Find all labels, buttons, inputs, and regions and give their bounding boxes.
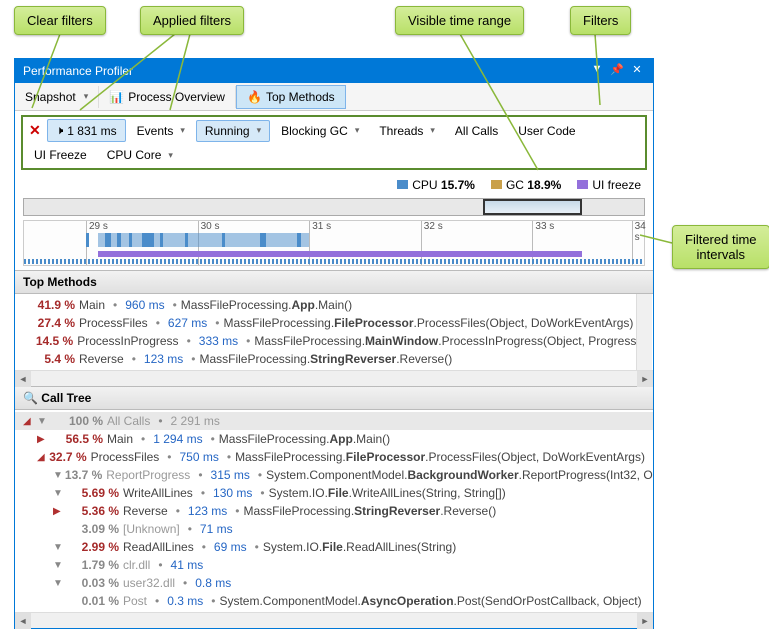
- filter-running[interactable]: Running: [196, 120, 270, 142]
- method-row[interactable]: 41.9 %Main•960 ms•MassFileProcessing.App…: [15, 296, 653, 314]
- method-row[interactable]: 5.4 %Reverse•123 ms•MassFileProcessing.S…: [15, 350, 653, 368]
- gc-swatch: [491, 180, 502, 189]
- tab-snapshot[interactable]: Snapshot: [15, 86, 99, 108]
- visible-range-slider[interactable]: [483, 199, 582, 215]
- dropdown-icon[interactable]: ▼: [589, 63, 605, 79]
- method-row[interactable]: 27.4 %ProcessFiles•627 ms•MassFileProces…: [15, 314, 653, 332]
- flame-icon: 🔥: [247, 90, 261, 104]
- tree-row[interactable]: ▼2.99 %ReadAllLines•69 ms•System.IO.File…: [15, 538, 653, 556]
- filter-threads[interactable]: Threads: [370, 120, 444, 142]
- scrollbar-horizontal[interactable]: ◄►: [15, 612, 653, 628]
- filter-user-code[interactable]: User Code: [509, 120, 584, 142]
- close-icon[interactable]: ✕: [629, 63, 645, 79]
- filter-time-range[interactable]: 🕨 1 831 ms: [47, 119, 126, 142]
- scrollbar-vertical[interactable]: [636, 294, 652, 370]
- tree-row[interactable]: 0.01 %Post•0.3 ms•System.ComponentModel.…: [15, 592, 653, 610]
- filter-cpu-core[interactable]: CPU Core: [98, 144, 182, 166]
- tree-row[interactable]: ▼13.7 %ReportProgress•315 ms•System.Comp…: [15, 466, 653, 484]
- tab-process-overview[interactable]: 📊 Process Overview: [99, 86, 236, 108]
- filter-blocking-gc[interactable]: Blocking GC: [272, 120, 368, 142]
- tree-row[interactable]: 3.09 %[Unknown]•71 ms: [15, 520, 653, 538]
- call-tree-header: 🔍 Call Tree: [15, 386, 653, 410]
- tab-top-methods[interactable]: 🔥 Top Methods: [236, 85, 346, 109]
- legend: CPU 15.7% GC 18.9% UI freeze: [15, 174, 653, 196]
- call-tree-root[interactable]: ◢ ▼ 100 % All Calls •2 291 ms: [15, 412, 653, 430]
- clear-filters-button[interactable]: ✕: [25, 122, 45, 139]
- uifreeze-swatch: [577, 180, 588, 189]
- callout-filtered-time-intervals: Filtered time intervals: [672, 225, 769, 269]
- tabs-row: Snapshot 📊 Process Overview 🔥 Top Method…: [15, 83, 653, 111]
- method-row[interactable]: 14.5 %ProcessInProgress•333 ms•MassFileP…: [15, 332, 653, 350]
- scrollbar-horizontal[interactable]: ◄►: [15, 370, 653, 386]
- filters-box: ✕ 🕨 1 831 ms Events Running Blocking GC …: [21, 115, 647, 170]
- chart-icon: 📊: [109, 90, 123, 104]
- titlebar[interactable]: Performance Profiler ▼ 📌 ✕: [15, 59, 653, 83]
- top-methods-header: Top Methods: [15, 270, 653, 294]
- callout-visible-time-range: Visible time range: [395, 6, 524, 35]
- tree-row[interactable]: ▶5.36 %Reverse•123 ms•MassFileProcessing…: [15, 502, 653, 520]
- tree-row[interactable]: ▼5.69 %WriteAllLines•130 ms•System.IO.Fi…: [15, 484, 653, 502]
- filter-all-calls[interactable]: All Calls: [446, 120, 507, 142]
- tree-row[interactable]: ▼1.79 %clr.dll•41 ms: [15, 556, 653, 574]
- timeline-detail[interactable]: 29 s 30 s 31 s 32 s 33 s 34 s: [23, 220, 645, 266]
- callout-filters: Filters: [570, 6, 631, 35]
- tree-row[interactable]: ◢32.7 %ProcessFiles•750 ms•MassFileProce…: [15, 448, 653, 466]
- tree-row[interactable]: ▶56.5 %Main•1 294 ms•MassFileProcessing.…: [15, 430, 653, 448]
- callout-clear-filters: Clear filters: [14, 6, 106, 35]
- filter-ui-freeze[interactable]: UI Freeze: [25, 144, 96, 166]
- cpu-swatch: [397, 180, 408, 189]
- call-tree-list: ◢ ▼ 100 % All Calls •2 291 ms ▶56.5 %Mai…: [15, 410, 653, 612]
- callout-applied-filters: Applied filters: [140, 6, 244, 35]
- performance-profiler-window: Performance Profiler ▼ 📌 ✕ Snapshot 📊 Pr…: [14, 58, 654, 629]
- top-methods-list: 41.9 %Main•960 ms•MassFileProcessing.App…: [15, 294, 653, 370]
- timeline-overview[interactable]: [23, 198, 645, 216]
- filter-events[interactable]: Events: [128, 120, 194, 142]
- window-title: Performance Profiler: [23, 64, 133, 78]
- tree-row[interactable]: ▼0.03 %user32.dll•0.8 ms: [15, 574, 653, 592]
- pin-icon[interactable]: 📌: [609, 63, 625, 79]
